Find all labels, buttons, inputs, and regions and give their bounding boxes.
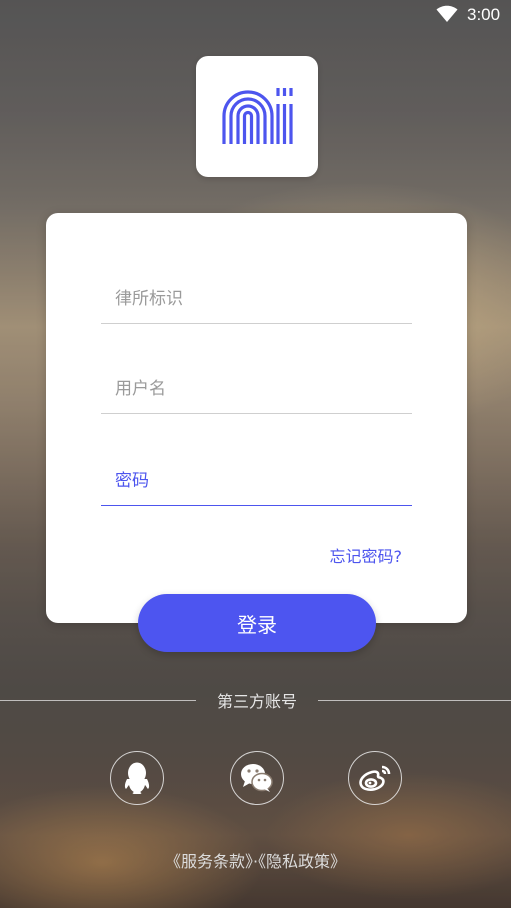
terms-link[interactable]: 《服务条款》 <box>165 852 253 871</box>
privacy-link[interactable]: 《隐私政策》 <box>258 852 346 871</box>
weibo-login-button[interactable] <box>348 751 402 805</box>
divider-right <box>318 700 511 701</box>
divider-left <box>0 700 196 701</box>
firm-id-field <box>101 279 415 324</box>
wifi-icon <box>436 5 458 22</box>
weibo-icon <box>359 765 391 791</box>
app-logo <box>196 56 318 177</box>
forgot-password-link[interactable]: 忘记密码? <box>330 543 403 567</box>
status-time: 3:00 <box>467 5 501 24</box>
wechat-icon <box>241 764 273 792</box>
login-card: 忘记密码? <box>46 213 467 623</box>
username-input[interactable] <box>101 369 415 409</box>
password-input[interactable] <box>101 461 415 501</box>
qq-login-button[interactable] <box>110 751 164 805</box>
qq-icon <box>124 762 150 794</box>
ai-logo-icon <box>222 88 293 144</box>
status-bar: 3:00 <box>0 0 511 30</box>
firm-id-input[interactable] <box>101 279 415 319</box>
legal-links: 《服务条款》·《隐私政策》 <box>0 848 511 872</box>
third-party-label: 第三方账号 <box>216 692 297 711</box>
login-button[interactable]: 登录 <box>138 594 376 652</box>
username-field <box>101 369 415 414</box>
password-field <box>101 461 415 506</box>
wechat-login-button[interactable] <box>230 751 284 805</box>
